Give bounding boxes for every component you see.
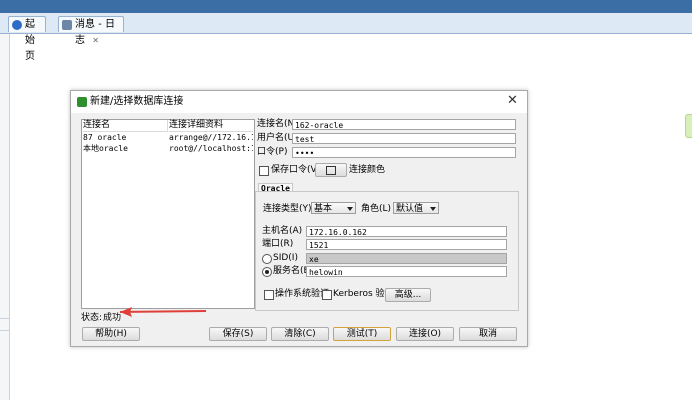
clear-button[interactable]: 清除(C) bbox=[271, 327, 329, 341]
left-side-panel bbox=[0, 34, 10, 400]
help-button[interactable]: 帮助(H) bbox=[82, 327, 140, 341]
help-circle-icon bbox=[12, 20, 22, 30]
username-input[interactable]: test bbox=[292, 133, 516, 144]
connection-list[interactable]: 连接名 连接详细资料 87 oracle arrange@//172.16.1.… bbox=[81, 119, 255, 309]
column-header-detail[interactable]: 连接详细资料 bbox=[169, 120, 253, 132]
connection-detail: arrange@//172.16.1... bbox=[169, 133, 253, 142]
os-auth-label: 操作系统验证 bbox=[275, 289, 330, 299]
cancel-button[interactable]: 取消 bbox=[459, 327, 517, 341]
tab-close-icon[interactable]: ✕ bbox=[92, 36, 99, 45]
chevron-down-icon bbox=[430, 207, 436, 211]
connection-name: 87 oracle bbox=[83, 133, 127, 142]
advanced-button[interactable]: 高级... bbox=[385, 288, 431, 302]
port-input[interactable]: 1521 bbox=[306, 239, 507, 250]
hostname-label: 主机名(A) bbox=[262, 226, 303, 236]
connection-type-label: 连接类型(Y) bbox=[263, 204, 312, 214]
password-input[interactable]: •••• bbox=[292, 147, 516, 158]
password-label: 口令(P) bbox=[257, 147, 288, 157]
test-button[interactable]: 测试(T) bbox=[333, 327, 391, 341]
save-button[interactable]: 保存(S) bbox=[209, 327, 267, 341]
connection-name: 本地oracle bbox=[83, 144, 128, 153]
status-label: 状态: bbox=[81, 313, 103, 323]
hostname-input[interactable]: 172.16.0.162 bbox=[306, 226, 507, 237]
close-icon[interactable]: ✕ bbox=[507, 93, 518, 109]
color-swatch-icon bbox=[326, 166, 336, 175]
arrow-shaft bbox=[119, 310, 207, 313]
connection-color-button[interactable] bbox=[315, 163, 347, 177]
connection-detail: root@//localhost:15... bbox=[169, 144, 253, 153]
sid-radio[interactable] bbox=[262, 254, 272, 264]
os-auth-checkbox[interactable] bbox=[264, 290, 274, 300]
connection-type-select[interactable]: 基本 bbox=[311, 202, 356, 214]
tab-start-page-label: 起始页 bbox=[25, 19, 35, 62]
save-password-label: 保存口令(V) bbox=[271, 165, 321, 175]
left-panel-divider bbox=[0, 318, 9, 319]
port-label: 端口(R) bbox=[262, 239, 294, 249]
role-label: 角色(L) bbox=[361, 204, 392, 214]
sid-label: SID(I) bbox=[273, 253, 298, 263]
top-menu-bar bbox=[0, 0, 692, 13]
editor-tab-row: 起始页 消息 - 日志 ✕ bbox=[0, 13, 692, 62]
tab-message-log[interactable]: 消息 - 日志 ✕ bbox=[58, 16, 124, 46]
table-row[interactable]: 本地oracle root@//localhost:15... bbox=[83, 144, 253, 154]
service-name-radio[interactable] bbox=[262, 267, 272, 277]
table-row[interactable]: 87 oracle arrange@//172.16.1... bbox=[83, 133, 253, 143]
tab-start-page[interactable]: 起始页 bbox=[8, 16, 46, 62]
left-panel-divider bbox=[0, 330, 9, 331]
kerberos-checkbox[interactable] bbox=[322, 290, 332, 300]
connect-button[interactable]: 连接(O) bbox=[396, 327, 454, 341]
connection-color-label: 连接颜色 bbox=[349, 165, 386, 175]
column-header-name[interactable]: 连接名 bbox=[83, 120, 168, 132]
sid-input: xe bbox=[306, 253, 507, 264]
dialog-title-bar: 新建/选择数据库连接 ✕ bbox=[71, 91, 527, 113]
dialog-title: 新建/选择数据库连接 bbox=[90, 96, 184, 107]
chevron-down-icon bbox=[347, 207, 353, 211]
annotation-arrow bbox=[119, 307, 207, 317]
role-value: 默认值 bbox=[396, 204, 424, 214]
connection-type-value: 基本 bbox=[314, 204, 333, 214]
service-name-input[interactable]: helowin bbox=[306, 266, 507, 277]
database-plus-icon bbox=[77, 97, 87, 107]
side-status-indicator bbox=[685, 114, 692, 138]
role-select[interactable]: 默认值 bbox=[393, 202, 439, 214]
save-password-checkbox[interactable] bbox=[259, 166, 269, 176]
connection-name-input[interactable]: 162-oracle bbox=[292, 119, 516, 130]
log-window-icon bbox=[62, 20, 72, 30]
